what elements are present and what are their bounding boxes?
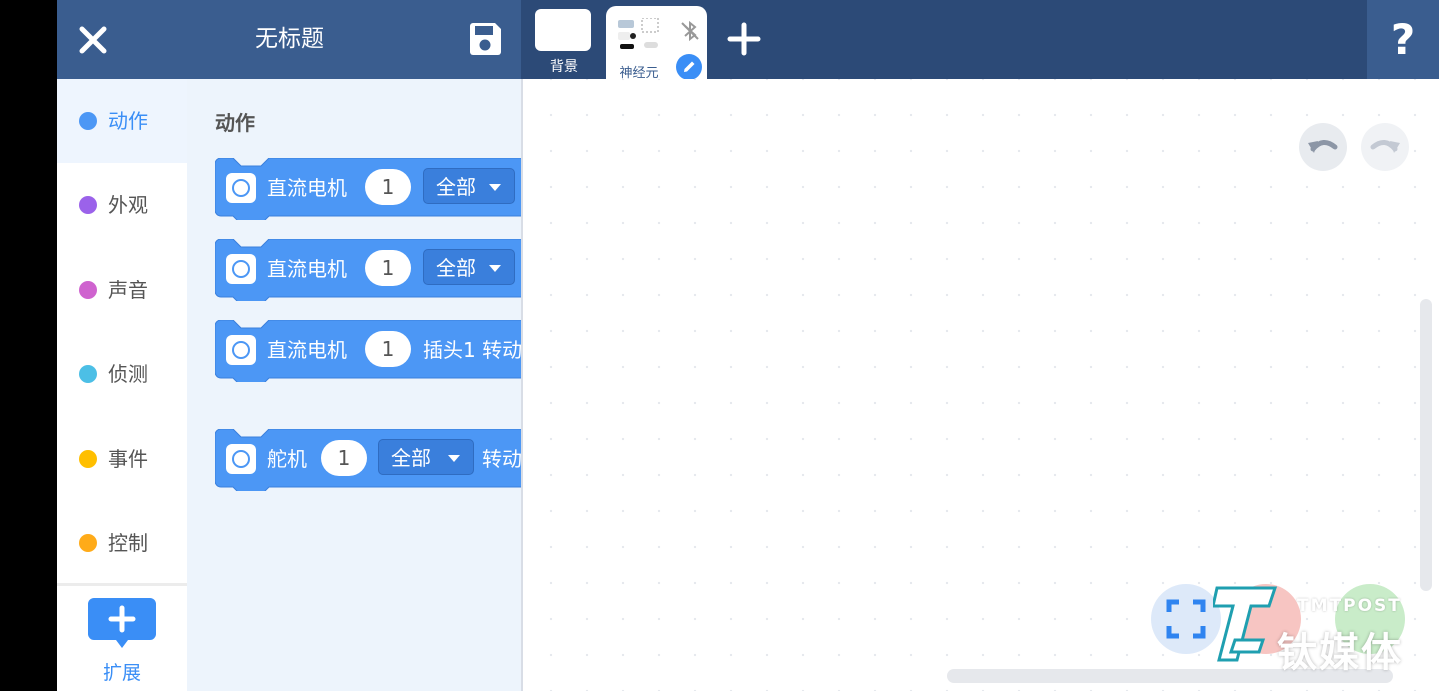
add-extension-button[interactable] bbox=[88, 598, 156, 648]
block-text: 舵机 bbox=[267, 447, 307, 471]
block-text: 直流电机 bbox=[267, 338, 347, 362]
category-label: 外观 bbox=[108, 193, 148, 217]
block-number-input[interactable]: 1 bbox=[321, 440, 367, 476]
sprite-neuron[interactable]: 神经元 bbox=[606, 6, 707, 86]
neuron-block-icon bbox=[226, 173, 256, 203]
bluetooth-off-icon[interactable] bbox=[679, 20, 701, 42]
project-header: 无标题 bbox=[57, 0, 521, 79]
category-label: 侦测 bbox=[108, 362, 148, 386]
block-servo[interactable]: 舵机 1 全部 转动 bbox=[215, 429, 521, 491]
block-text: 直流电机 bbox=[267, 257, 347, 281]
block-dropdown[interactable]: 全部 bbox=[423, 168, 515, 204]
save-icon[interactable] bbox=[466, 20, 504, 58]
block-dropdown[interactable]: 全部 bbox=[378, 439, 474, 475]
dropdown-value: 全部 bbox=[391, 446, 431, 470]
category-looks[interactable]: 外观 bbox=[57, 163, 187, 247]
block-dropdown[interactable]: 全部 bbox=[423, 249, 515, 285]
category-dot-icon bbox=[79, 112, 97, 130]
dropdown-value: 全部 bbox=[436, 256, 476, 280]
project-title[interactable]: 无标题 bbox=[207, 22, 372, 56]
dropdown-value: 全部 bbox=[436, 175, 476, 199]
category-motion[interactable]: 动作 bbox=[57, 79, 187, 163]
undo-icon bbox=[1308, 140, 1338, 153]
app-window: 无标题 背景 神经元 ? 动作 外观 声音 侦测 事件 控制 扩展 动作 直流电… bbox=[57, 0, 1439, 691]
dropdown-arrow-icon bbox=[489, 184, 501, 191]
palette-category-title: 动作 bbox=[215, 111, 255, 135]
neuron-block-icon bbox=[226, 444, 256, 474]
block-suffix-text: 插头1 转动 bbox=[423, 338, 521, 362]
category-dot-icon bbox=[79, 365, 97, 383]
category-label: 事件 bbox=[108, 447, 148, 471]
undo-button[interactable] bbox=[1299, 123, 1347, 171]
block-number-input[interactable]: 1 bbox=[365, 331, 411, 367]
watermark-cn: 钛媒体 bbox=[1277, 630, 1403, 676]
neuron-block-icon bbox=[226, 254, 256, 284]
category-dot-icon bbox=[79, 196, 97, 214]
edit-pencil-icon[interactable] bbox=[676, 54, 702, 80]
block-suffix-text: 转动 bbox=[482, 447, 521, 471]
block-dc-motor-all[interactable]: 直流电机 1 全部 bbox=[215, 158, 521, 220]
category-events[interactable]: 事件 bbox=[57, 417, 187, 501]
category-label: 控制 bbox=[108, 531, 148, 555]
add-sprite-icon[interactable] bbox=[725, 20, 763, 58]
add-extension-icon bbox=[88, 598, 156, 648]
block-text: 直流电机 bbox=[267, 176, 347, 200]
block-shape bbox=[215, 429, 521, 491]
block-dc-motor-all[interactable]: 直流电机 1 全部 bbox=[215, 239, 521, 301]
category-dot-icon bbox=[79, 281, 97, 299]
block-number-input[interactable]: 1 bbox=[365, 250, 411, 286]
category-dot-icon bbox=[79, 534, 97, 552]
category-label: 声音 bbox=[108, 278, 148, 302]
sprite-label: 背景 bbox=[550, 59, 578, 75]
background-thumbnail bbox=[535, 9, 591, 51]
category-dot-icon bbox=[79, 450, 97, 468]
help-area: ? bbox=[1367, 0, 1439, 79]
script-workspace[interactable]: TMTPOST 钛媒体 bbox=[521, 79, 1439, 691]
redo-icon bbox=[1370, 140, 1400, 153]
close-icon[interactable] bbox=[75, 22, 111, 58]
category-sidebar: 动作 外观 声音 侦测 事件 控制 扩展 bbox=[57, 79, 187, 691]
extension-area: 扩展 bbox=[57, 583, 187, 691]
top-bar: 无标题 背景 神经元 ? bbox=[57, 0, 1439, 86]
extension-label[interactable]: 扩展 bbox=[57, 658, 187, 685]
sprite-background[interactable]: 背景 bbox=[530, 0, 602, 79]
category-label: 动作 bbox=[108, 109, 148, 133]
block-dc-motor-port[interactable]: 直流电机 1 插头1 转动 bbox=[215, 320, 521, 382]
watermark-logo-icon bbox=[1213, 586, 1278, 662]
block-palette: 动作 直流电机 1 全部 直流电机 1 全部 直流电机 1 插头1 转动 舵机 … bbox=[187, 79, 521, 691]
vertical-scrollbar[interactable] bbox=[1420, 299, 1432, 591]
dropdown-arrow-icon bbox=[448, 455, 460, 462]
watermark: TMTPOST 钛媒体 bbox=[1199, 584, 1429, 676]
device-thumbnail-icon bbox=[618, 18, 659, 49]
watermark-en: TMTPOST bbox=[1297, 596, 1402, 616]
category-sensing[interactable]: 侦测 bbox=[57, 332, 187, 416]
dropdown-arrow-icon bbox=[489, 265, 501, 272]
category-control[interactable]: 控制 bbox=[57, 501, 187, 585]
block-number-input[interactable]: 1 bbox=[365, 169, 411, 205]
help-button[interactable]: ? bbox=[1367, 0, 1439, 79]
redo-button[interactable] bbox=[1361, 123, 1409, 171]
category-sound[interactable]: 声音 bbox=[57, 248, 187, 332]
neuron-block-icon bbox=[226, 335, 256, 365]
